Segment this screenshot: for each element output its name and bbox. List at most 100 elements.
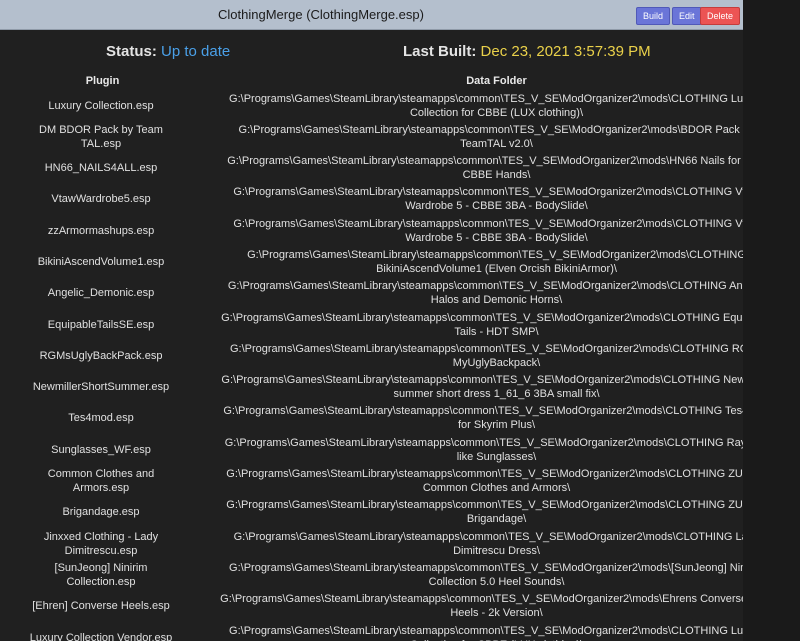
plugin-cell: NewmillerShortSummer.esp bbox=[18, 372, 184, 403]
status-label: Status: bbox=[106, 43, 157, 60]
delete-button[interactable]: Delete bbox=[700, 7, 741, 25]
table-row[interactable]: [Ehren] Converse Heels.esp G:\Programs\Ga… bbox=[0, 591, 743, 622]
plugin-name-line: Common Clothes and bbox=[47, 468, 155, 481]
table-row[interactable]: [SunJeong] Ninirim Collection.esp G:\Progr… bbox=[0, 559, 743, 590]
data-folder-line: BikiniAscendVolume1 (Elven Orcish Bikini… bbox=[376, 262, 617, 275]
data-folder-cell: G:\Programs\Games\SteamLibrary\steamapps… bbox=[190, 309, 743, 340]
data-folder-line: G:\Programs\Games\SteamLibrary\steamapps… bbox=[220, 593, 743, 606]
plugin-name-line: Armors.esp bbox=[72, 482, 130, 495]
data-folder-line: Collection for CBBE (LUX clothing)\ bbox=[229, 638, 743, 641]
plugin-name-line: [SunJeong] Ninirim bbox=[54, 561, 148, 574]
plugins-table: Plugin Data Folder Luxury Collection.esp… bbox=[0, 73, 743, 641]
plugin-cell: EquipableTailsSE.esp bbox=[18, 309, 184, 340]
table-row[interactable]: Sunglasses_WF.esp G:\Programs\Games\Steam… bbox=[0, 434, 743, 465]
table-row[interactable]: Jinxxed Clothing - Lady Dimitrescu.esp G:\… bbox=[0, 528, 743, 559]
edit-button[interactable]: Edit bbox=[672, 7, 702, 25]
status-block: Status: Up to date bbox=[106, 43, 230, 60]
data-folder-line: G:\Programs\Games\SteamLibrary\steamapps… bbox=[224, 436, 743, 449]
data-folder-cell: G:\Programs\Games\SteamLibrary\steamapps… bbox=[190, 372, 743, 403]
plugin-name-line: BikiniAscendVolume1.esp bbox=[37, 255, 165, 268]
plugin-column-header: Plugin bbox=[85, 75, 120, 87]
plugin-cell: Angelic_Demonic.esp bbox=[18, 278, 184, 309]
data-folder-cell: G:\Programs\Games\SteamLibrary\steamapps… bbox=[190, 278, 743, 309]
data-folder-column-header: Data Folder bbox=[466, 75, 527, 87]
plugin-name-line: VtawWardrobe5.esp bbox=[51, 193, 151, 206]
table-row[interactable]: EquipableTailsSE.esp G:\Programs\Games\St… bbox=[0, 309, 743, 340]
table-row[interactable]: VtawWardrobe5.esp G:\Programs\Games\Steam… bbox=[0, 184, 743, 215]
last-built-label: Last Built: bbox=[403, 43, 477, 60]
plugin-name-line: Dimitrescu.esp bbox=[64, 544, 138, 557]
table-row[interactable]: NewmillerShortSummer.esp G:\Programs\Game… bbox=[0, 372, 743, 403]
data-folder-line: MyUglyBackpack\ bbox=[452, 356, 541, 369]
data-folder-cell: G:\Programs\Games\SteamLibrary\steamapps… bbox=[190, 340, 743, 371]
data-folder-cell: G:\Programs\Games\SteamLibrary\steamapps… bbox=[190, 622, 743, 641]
plugin-cell: [Ehren] Converse Heels.esp bbox=[18, 591, 184, 622]
background-gutter bbox=[743, 0, 800, 641]
merge-window: ClothingMerge (ClothingMerge.esp) Build … bbox=[0, 0, 743, 641]
data-folder-line: Halos and Demonic Horns\ bbox=[430, 294, 563, 307]
data-folder-line: summer short dress 1_61_6 3BA small fix\ bbox=[393, 388, 600, 401]
table-row[interactable]: Luxury Collection.esp G:\Programs\Games\S… bbox=[0, 90, 743, 121]
plugin-name-line: [Ehren] Converse Heels.esp bbox=[32, 600, 170, 613]
data-folder-line: G:\Programs\Games\SteamLibrary\steamapps… bbox=[233, 186, 743, 199]
data-folder-line: G:\Programs\Games\SteamLibrary\steamapps… bbox=[221, 374, 743, 387]
status-value: Up to date bbox=[161, 43, 231, 60]
data-folder-line: G:\Programs\Games\SteamLibrary\steamapps… bbox=[238, 123, 743, 136]
data-folder-line: Heels - 2k Version\ bbox=[450, 607, 543, 620]
data-folder-line: G:\Programs\Games\SteamLibrary\steamapps… bbox=[226, 468, 743, 481]
data-folder-cell: G:\Programs\Games\SteamLibrary\steamapps… bbox=[190, 90, 743, 121]
data-folder-line: G:\Programs\Games\SteamLibrary\steamapps… bbox=[223, 405, 743, 418]
plugin-name-line: NewmillerShortSummer.esp bbox=[32, 381, 170, 394]
data-folder-line: Collection for CBBE (LUX clothing)\ bbox=[409, 106, 583, 119]
table-row[interactable]: Luxury Collection Vendor.esp G:\Programs\… bbox=[0, 622, 743, 641]
data-folder-cell: G:\Programs\Games\SteamLibrary\steamapps… bbox=[190, 153, 743, 184]
plugin-cell: [SunJeong] Ninirim Collection.esp bbox=[18, 559, 184, 590]
data-folder-line: Tails - HDT SMP\ bbox=[454, 325, 539, 338]
build-button[interactable]: Build bbox=[636, 7, 671, 25]
plugin-name-line: Jinxxed Clothing - Lady bbox=[43, 530, 159, 543]
plugin-cell: HN66_NAILS4ALL.esp bbox=[18, 153, 184, 184]
data-folder-line: Brigandage\ bbox=[466, 513, 527, 526]
data-folder-line: G:\Programs\Games\SteamLibrary\steamapps… bbox=[229, 92, 743, 105]
data-folder-line: G:\Programs\Games\SteamLibrary\steamapps… bbox=[226, 499, 743, 512]
data-folder-line: G:\Programs\Games\SteamLibrary\steamapps… bbox=[229, 342, 743, 355]
data-folder-line: CBBE Hands\ bbox=[462, 169, 531, 182]
data-folder-line: like Sunglasses\ bbox=[456, 450, 537, 463]
last-built-block: Last Built: Dec 23, 2021 3:57:39 PM bbox=[403, 43, 651, 60]
table-row[interactable]: BikiniAscendVolume1.esp G:\Programs\Games… bbox=[0, 246, 743, 277]
plugin-cell: Common Clothes and Armors.esp bbox=[18, 466, 184, 497]
plugin-name-line: DM BDOR Pack by Team bbox=[39, 123, 163, 136]
table-row[interactable]: Angelic_Demonic.esp G:\Programs\Games\Ste… bbox=[0, 278, 743, 309]
table-row[interactable]: DM BDOR Pack by Team TAL.esp G:\Programs\G… bbox=[0, 121, 743, 152]
table-row[interactable]: Brigandage.esp G:\Programs\Games\SteamLib… bbox=[0, 497, 743, 528]
plugin-cell: Jinxxed Clothing - Lady Dimitrescu.esp bbox=[18, 528, 184, 559]
data-folder-line: G:\Programs\Games\SteamLibrary\steamapps… bbox=[227, 155, 743, 168]
data-folder-line: Collection 5.0 Heel Sounds\ bbox=[428, 575, 565, 588]
plugin-cell: DM BDOR Pack by Team TAL.esp bbox=[18, 121, 184, 152]
window-title: ClothingMerge (ClothingMerge.esp) bbox=[218, 7, 424, 22]
plugin-name-line: zzArmormashups.esp bbox=[47, 224, 155, 237]
data-folder-cell: G:\Programs\Games\SteamLibrary\steamapps… bbox=[190, 591, 743, 622]
data-folder-cell: G:\Programs\Games\SteamLibrary\steamapps… bbox=[190, 184, 743, 215]
table-row[interactable]: Common Clothes and Armors.esp G:\Programs\… bbox=[0, 466, 743, 497]
table-row[interactable]: zzArmormashups.esp G:\Programs\Games\Stea… bbox=[0, 215, 743, 246]
table-header: Plugin Data Folder bbox=[0, 73, 743, 90]
data-folder-cell: G:\Programs\Games\SteamLibrary\steamapps… bbox=[190, 434, 743, 465]
window-titlebar: ClothingMerge (ClothingMerge.esp) Build … bbox=[0, 0, 743, 30]
data-folder-cell: G:\Programs\Games\SteamLibrary\steamapps… bbox=[190, 215, 743, 246]
table-row[interactable]: Tes4mod.esp G:\Programs\Games\SteamLibrar… bbox=[0, 403, 743, 434]
data-folder-cell: G:\Programs\Games\SteamLibrary\steamapps… bbox=[190, 403, 743, 434]
plugin-name-line: Sunglasses_WF.esp bbox=[51, 443, 151, 456]
table-row[interactable]: HN66_NAILS4ALL.esp G:\Programs\Games\Stea… bbox=[0, 153, 743, 184]
data-folder-line: Wardrobe 5 - CBBE 3BA - BodySlide\ bbox=[405, 231, 588, 244]
data-folder-line: for Skyrim Plus\ bbox=[457, 419, 535, 432]
table-row[interactable]: RGMsUglyBackPack.esp G:\Programs\Games\St… bbox=[0, 340, 743, 371]
data-folder-line: G:\Programs\Games\SteamLibrary\steamapps… bbox=[229, 561, 743, 574]
status-row: Status: Up to date Last Built: Dec 23, 2… bbox=[0, 43, 743, 63]
data-folder-line: G:\Programs\Games\SteamLibrary\steamapps… bbox=[247, 248, 743, 261]
data-folder-line: G:\Programs\Games\SteamLibrary\steamapps… bbox=[233, 217, 743, 230]
plugin-name-line: EquipableTailsSE.esp bbox=[47, 318, 155, 331]
plugin-cell: zzArmormashups.esp bbox=[18, 215, 184, 246]
plugin-name-line: Collection.esp bbox=[66, 575, 136, 588]
plugin-name-line: Tes4mod.esp bbox=[68, 412, 134, 425]
